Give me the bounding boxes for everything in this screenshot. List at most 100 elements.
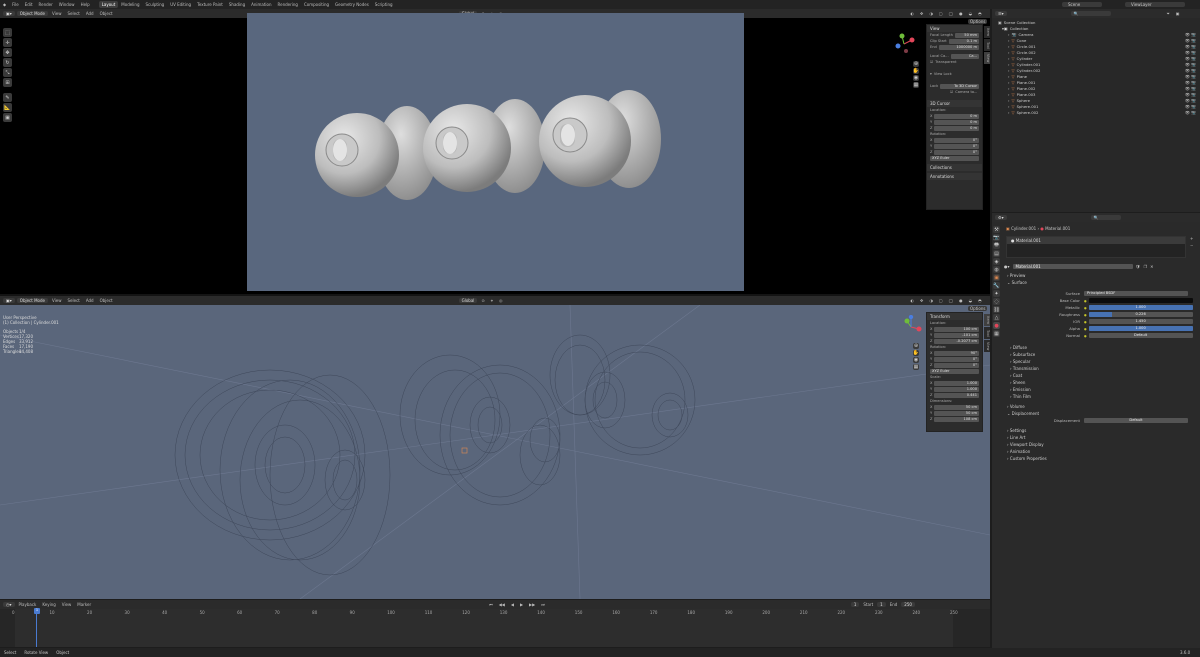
- properties-section[interactable]: › Custom Properties: [1004, 455, 1194, 462]
- outliner-editor-type[interactable]: ☰▾: [995, 11, 1007, 16]
- render-visibility-icon[interactable]: 📷: [1191, 38, 1196, 43]
- tab-modeling[interactable]: Modeling: [118, 1, 142, 8]
- select-box-icon[interactable]: ⬚: [3, 28, 12, 37]
- visibility-eye-icon[interactable]: 👁: [1185, 68, 1190, 73]
- expand-chevron-icon[interactable]: ›: [1008, 62, 1010, 67]
- add-cube-icon[interactable]: ▣: [3, 113, 12, 122]
- shader-subsection[interactable]: › Subsurface: [1004, 351, 1194, 358]
- shading-render-icon[interactable]: ◓: [976, 11, 984, 16]
- sidebar-tab-view-bottom[interactable]: View: [984, 340, 990, 352]
- render-visibility-icon[interactable]: 📷: [1191, 50, 1196, 55]
- editor-type-dropdown-bottom[interactable]: ▣▾: [3, 298, 15, 303]
- slot-add-icon[interactable]: +: [1190, 236, 1193, 241]
- start-frame-field[interactable]: 1: [877, 602, 886, 607]
- dimension-x[interactable]: 50 cm: [934, 404, 979, 410]
- jump-start-icon[interactable]: ⏮: [487, 602, 495, 607]
- shading-render-icon-bottom[interactable]: ◓: [976, 298, 984, 303]
- expand-chevron-icon[interactable]: ›: [1008, 98, 1010, 103]
- expand-chevron-icon[interactable]: ›: [1008, 44, 1010, 49]
- collections-panel-header[interactable]: Collections: [927, 164, 982, 171]
- shader-input-field[interactable]: 1.000: [1088, 305, 1193, 310]
- unlink-material-icon[interactable]: ✕: [1150, 264, 1153, 269]
- lock-to-cursor-field[interactable]: To 3D Cursor: [940, 83, 979, 89]
- cursor-loc-y[interactable]: 0 m: [934, 119, 979, 125]
- visibility-eye-icon[interactable]: 👁: [1185, 44, 1190, 49]
- xray-icon[interactable]: ▢: [937, 11, 945, 16]
- properties-section[interactable]: › Viewport Display: [1004, 441, 1194, 448]
- render-visibility-icon[interactable]: 📷: [1191, 98, 1196, 103]
- expand-chevron-icon[interactable]: ›: [1008, 86, 1010, 91]
- focal-length-field[interactable]: 50 mm: [954, 32, 979, 38]
- shading-material-icon[interactable]: ◒: [967, 11, 975, 16]
- play-reverse-icon[interactable]: ◀: [509, 602, 516, 607]
- tool-tab-icon[interactable]: ⚒: [993, 226, 1000, 233]
- gizmo-icon[interactable]: ✥: [918, 11, 925, 16]
- pivot-icon-bottom[interactable]: ⊙: [479, 298, 486, 303]
- view-layer-selector[interactable]: ViewLayer: [1125, 2, 1185, 7]
- xray-icon-bottom[interactable]: ▢: [937, 298, 945, 303]
- rotation-mode[interactable]: XYZ Euler: [930, 368, 979, 374]
- shader-input-field[interactable]: 0.226: [1088, 312, 1193, 317]
- menu-select[interactable]: Select: [66, 11, 82, 16]
- visibility-eye-icon[interactable]: 👁: [1185, 56, 1190, 61]
- navigation-gizmo-top[interactable]: [892, 32, 916, 56]
- render-visibility-icon[interactable]: 📷: [1191, 56, 1196, 61]
- timeline-editor-type[interactable]: ◷▾: [3, 602, 15, 607]
- menu-file[interactable]: File: [9, 2, 22, 7]
- shader-input-field[interactable]: Default: [1088, 333, 1193, 338]
- modifier-tab-icon[interactable]: 🔧: [993, 282, 1000, 289]
- menu-add[interactable]: Add: [84, 11, 96, 16]
- properties-section[interactable]: › Animation: [1004, 448, 1194, 455]
- menu-keying[interactable]: Keying: [40, 602, 57, 607]
- volume-section[interactable]: › Volume: [1004, 403, 1194, 410]
- orientation-dropdown-bottom[interactable]: Global: [458, 298, 478, 303]
- socket-icon[interactable]: ●: [1084, 320, 1087, 324]
- menu-add-bottom[interactable]: Add: [84, 298, 96, 303]
- outliner-search-input[interactable]: 🔍: [1070, 11, 1111, 16]
- render-visibility-icon[interactable]: 📷: [1191, 104, 1196, 109]
- scene-tab-icon[interactable]: ◈: [993, 258, 1000, 265]
- material-name-field[interactable]: Material.001: [1012, 264, 1133, 269]
- expand-chevron-icon[interactable]: ›: [1008, 110, 1010, 115]
- sidebar-tab-view[interactable]: View: [984, 52, 990, 64]
- visibility-eye-icon[interactable]: 👁: [1185, 104, 1190, 109]
- camera-view-icon[interactable]: ◉: [913, 75, 919, 81]
- visibility-icon[interactable]: ◐: [909, 11, 917, 16]
- tab-sculpting[interactable]: Sculpting: [143, 1, 168, 8]
- socket-icon[interactable]: ●: [1084, 327, 1087, 331]
- material-tab-icon[interactable]: ●: [993, 322, 1000, 329]
- menu-window[interactable]: Window: [56, 2, 78, 7]
- navigation-gizmo-bottom[interactable]: [899, 315, 923, 339]
- expand-chevron-icon[interactable]: ›: [1008, 38, 1010, 43]
- sidebar-tab-item-bottom[interactable]: Item: [984, 314, 990, 326]
- shading-material-icon-bottom[interactable]: ◒: [967, 298, 975, 303]
- cursor-icon[interactable]: ✛: [3, 38, 12, 47]
- displacement-field[interactable]: Default: [1084, 418, 1188, 423]
- menu-edit[interactable]: Edit: [22, 2, 36, 7]
- overlay-icon-bottom[interactable]: ◑: [927, 298, 935, 303]
- transform-panel-header[interactable]: Transform: [927, 313, 982, 320]
- fake-user-icon[interactable]: 🛡: [1136, 264, 1141, 269]
- output-tab-icon[interactable]: 🖶: [993, 242, 1000, 249]
- shader-subsection[interactable]: › Thin Film: [1004, 393, 1194, 400]
- visibility-eye-icon[interactable]: 👁: [1185, 86, 1190, 91]
- render-visibility-icon[interactable]: 📷: [1191, 44, 1196, 49]
- overlay-icon[interactable]: ◑: [927, 11, 935, 16]
- menu-help[interactable]: Help: [78, 2, 93, 7]
- shading-solid-icon-bottom[interactable]: ●: [957, 298, 965, 303]
- texture-tab-icon[interactable]: ▦: [993, 330, 1000, 337]
- rotation-x[interactable]: 90°: [934, 350, 979, 356]
- shading-wire-icon[interactable]: ◯: [947, 11, 955, 16]
- view-panel-header[interactable]: View: [927, 25, 982, 32]
- cursor-rot-mode[interactable]: XYZ Euler: [930, 155, 979, 161]
- tab-compositing[interactable]: Compositing: [301, 1, 332, 8]
- menu-object-bottom[interactable]: Object: [98, 298, 115, 303]
- render-visibility-icon[interactable]: 📷: [1191, 68, 1196, 73]
- new-collection-icon[interactable]: ▣: [1174, 11, 1182, 16]
- menu-playback[interactable]: Playback: [17, 602, 39, 607]
- displacement-section[interactable]: ⌄ Displacement: [1004, 410, 1194, 417]
- tab-uv-editing[interactable]: UV Editing: [167, 1, 194, 8]
- rotation-y[interactable]: 0°: [934, 356, 979, 362]
- menu-marker[interactable]: Marker: [75, 602, 93, 607]
- visibility-eye-icon[interactable]: 👁: [1185, 50, 1190, 55]
